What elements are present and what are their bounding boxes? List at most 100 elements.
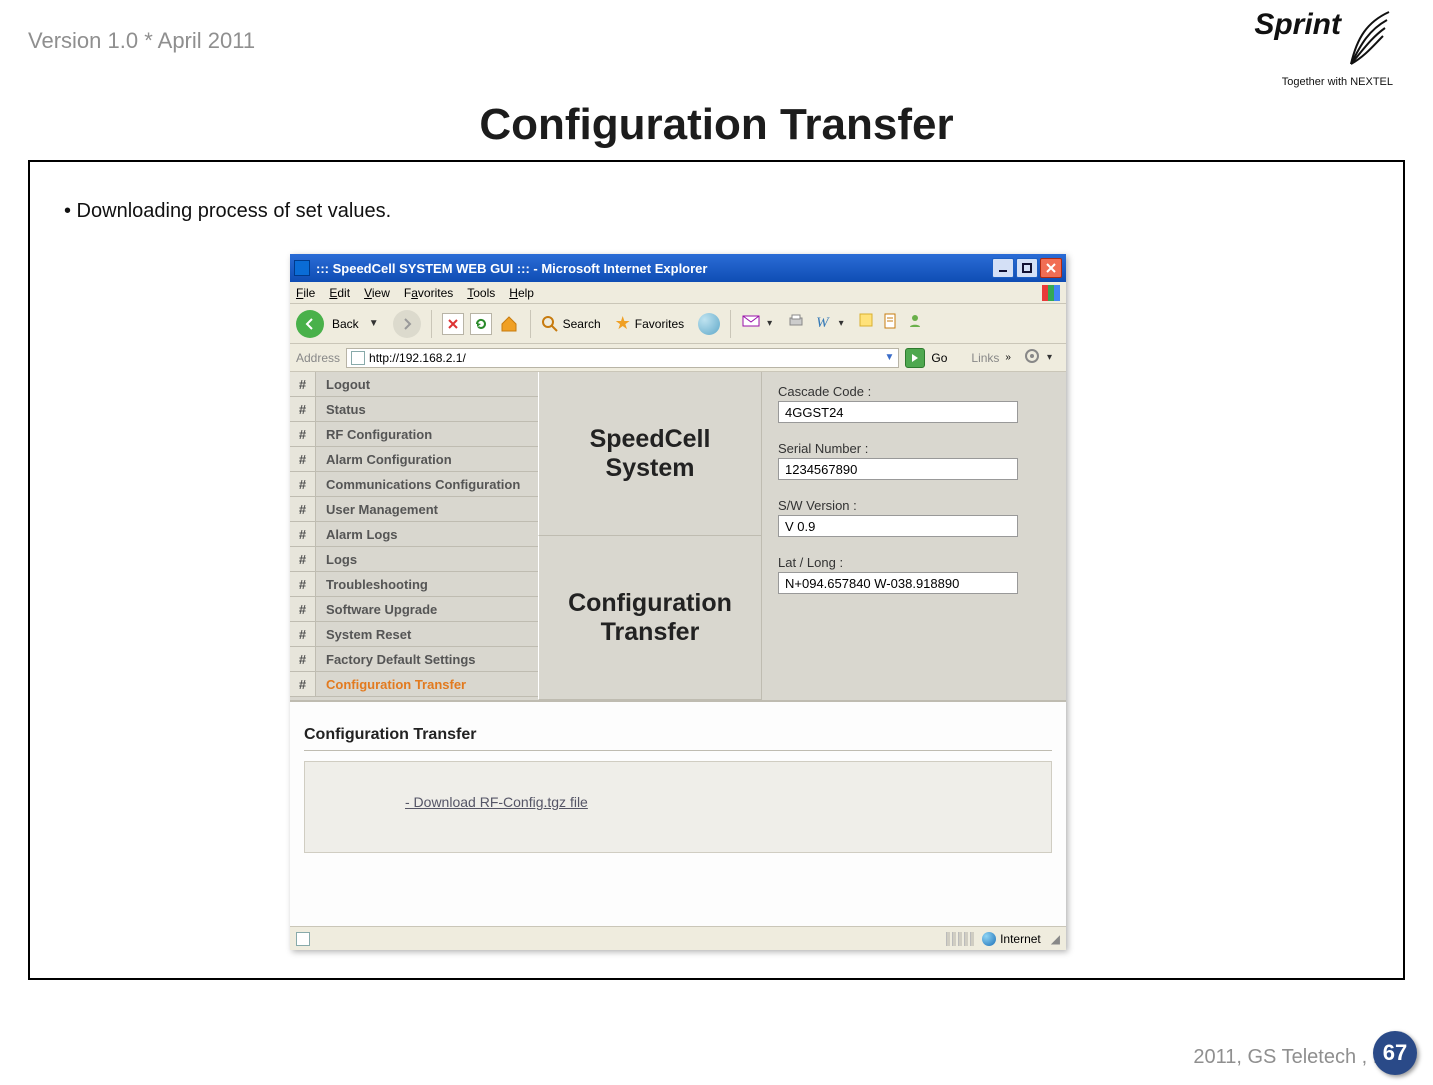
sidebar-item-label: Logout: [316, 377, 538, 392]
sidebar-item-status[interactable]: #Status: [290, 397, 538, 422]
menu-file[interactable]: File: [296, 286, 315, 300]
sidebar-item-label: System Reset: [316, 627, 538, 642]
hash-icon: #: [290, 447, 316, 471]
menu-help[interactable]: Help: [509, 286, 534, 300]
sidebar-item-label: Factory Default Settings: [316, 652, 538, 667]
back-button[interactable]: [296, 310, 324, 338]
internet-zone-icon: [982, 932, 996, 946]
page-number-badge: 67: [1373, 1031, 1417, 1075]
sidebar-item-configuration-transfer[interactable]: #Configuration Transfer: [290, 672, 538, 697]
hash-icon: #: [290, 547, 316, 571]
internet-zone-label: Internet: [1000, 932, 1041, 946]
snagit-dropdown-icon[interactable]: ▾: [1047, 352, 1052, 363]
page-banner: ConfigurationTransfer: [538, 536, 762, 700]
sidebar-item-communications-configuration[interactable]: #Communications Configuration: [290, 472, 538, 497]
menu-edit[interactable]: Edit: [329, 286, 350, 300]
download-config-link[interactable]: - Download RF-Config.tgz file: [405, 794, 588, 810]
sidebar-item-label: User Management: [316, 502, 538, 517]
search-label: Search: [563, 317, 601, 331]
mail-icon[interactable]: [741, 312, 761, 335]
menu-favorites[interactable]: Favorites: [404, 286, 453, 300]
version-text: Version 1.0 * April 2011: [28, 28, 1405, 54]
sidebar-item-logs[interactable]: #Logs: [290, 547, 538, 572]
print-icon[interactable]: [786, 312, 806, 335]
sidebar-item-label: Alarm Logs: [316, 527, 538, 542]
content-frame: • Downloading process of set values. :::…: [28, 160, 1405, 980]
stop-button[interactable]: [442, 313, 464, 335]
edit-dropdown-icon[interactable]: ▾: [839, 318, 844, 329]
bullet-text: • Downloading process of set values.: [64, 200, 1387, 223]
info-panel: Cascade Code : Serial Number : S/W Versi…: [762, 372, 1066, 700]
ie-window: ::: SpeedCell SYSTEM WEB GUI ::: - Micro…: [290, 254, 1066, 950]
favorites-button[interactable]: ★ Favorites: [615, 313, 685, 334]
refresh-button[interactable]: [470, 313, 492, 335]
windows-flag-icon: [1042, 285, 1060, 301]
favorites-label: Favorites: [635, 317, 684, 331]
sidebar-item-alarm-logs[interactable]: #Alarm Logs: [290, 522, 538, 547]
minimize-button[interactable]: [992, 258, 1014, 278]
sw-version-label: S/W Version :: [778, 498, 1050, 513]
go-label: Go: [931, 351, 947, 365]
window-title: ::: SpeedCell SYSTEM WEB GUI ::: - Micro…: [316, 261, 992, 276]
latlong-label: Lat / Long :: [778, 555, 1050, 570]
system-banner: SpeedCellSystem: [538, 372, 762, 536]
menubar: File Edit View Favorites Tools Help: [290, 282, 1066, 304]
links-chevron-icon[interactable]: »: [1005, 352, 1011, 363]
cascade-code-label: Cascade Code :: [778, 384, 1050, 399]
maximize-button[interactable]: [1016, 258, 1038, 278]
sidebar-item-troubleshooting[interactable]: #Troubleshooting: [290, 572, 538, 597]
history-icon[interactable]: [698, 313, 720, 335]
sidebar-item-rf-configuration[interactable]: #RF Configuration: [290, 422, 538, 447]
hash-icon: #: [290, 622, 316, 646]
links-label[interactable]: Links: [971, 351, 999, 365]
brand-tagline: Together with NEXTEL: [1254, 76, 1393, 88]
hash-icon: #: [290, 497, 316, 521]
menu-tools[interactable]: Tools: [467, 286, 495, 300]
sidebar-item-logout[interactable]: #Logout: [290, 372, 538, 397]
forward-button[interactable]: [393, 310, 421, 338]
go-button[interactable]: [905, 348, 925, 368]
sidebar-item-label: Software Upgrade: [316, 602, 538, 617]
ie-icon: [294, 260, 310, 276]
close-button[interactable]: [1040, 258, 1062, 278]
snagit-icon[interactable]: [1023, 348, 1041, 367]
address-value: http://192.168.2.1/: [369, 351, 880, 365]
research-icon[interactable]: [882, 312, 900, 335]
sidebar-item-factory-default-settings[interactable]: #Factory Default Settings: [290, 647, 538, 672]
cascade-code-field[interactable]: [778, 401, 1018, 423]
sidebar-item-user-management[interactable]: #User Management: [290, 497, 538, 522]
sidebar-item-label: Status: [316, 402, 538, 417]
sw-version-field[interactable]: [778, 515, 1018, 537]
logo-fan-icon: [1347, 8, 1393, 76]
sidebar-item-alarm-configuration[interactable]: #Alarm Configuration: [290, 447, 538, 472]
sidebar-item-label: RF Configuration: [316, 427, 538, 442]
search-button[interactable]: Search: [541, 315, 601, 333]
page-title: Configuration Transfer: [28, 100, 1405, 150]
sidebar-nav: #Logout#Status#RF Configuration#Alarm Co…: [290, 372, 538, 700]
serial-number-field[interactable]: [778, 458, 1018, 480]
hash-icon: #: [290, 522, 316, 546]
sidebar-item-label: Troubleshooting: [316, 577, 538, 592]
hash-icon: #: [290, 372, 316, 396]
address-dropdown-icon[interactable]: ▼: [884, 352, 894, 363]
brand-logo: Sprint Together with NEXTEL: [1254, 8, 1393, 88]
sidebar-item-label: Configuration Transfer: [316, 677, 538, 692]
discuss-icon[interactable]: [858, 312, 876, 335]
hash-icon: #: [290, 472, 316, 496]
sidebar-item-label: Logs: [316, 552, 538, 567]
address-bar: Address http://192.168.2.1/ ▼ Go Links »…: [290, 344, 1066, 372]
star-icon: ★: [615, 313, 631, 334]
sidebar-item-software-upgrade[interactable]: #Software Upgrade: [290, 597, 538, 622]
sidebar-item-system-reset[interactable]: #System Reset: [290, 622, 538, 647]
home-button[interactable]: [498, 313, 520, 335]
mail-dropdown-icon[interactable]: ▾: [767, 318, 772, 329]
address-input[interactable]: http://192.168.2.1/ ▼: [346, 348, 899, 368]
back-dropdown-icon[interactable]: ▼: [369, 318, 379, 329]
web-content: #Logout#Status#RF Configuration#Alarm Co…: [290, 372, 1066, 926]
latlong-field[interactable]: [778, 572, 1018, 594]
page-icon: [351, 351, 365, 365]
hash-icon: #: [290, 422, 316, 446]
edit-icon[interactable]: W: [816, 315, 829, 332]
menu-view[interactable]: View: [364, 286, 390, 300]
messenger-icon[interactable]: [906, 312, 924, 335]
